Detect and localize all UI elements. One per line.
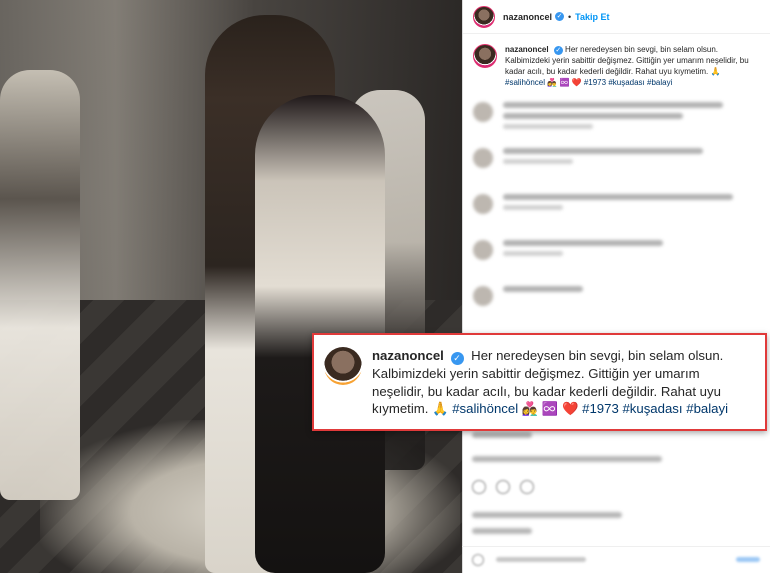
blurred-avatar [473, 240, 493, 260]
zoomed-caption-text-block: nazanoncel ✓ Her neredeysen bin sevgi, b… [372, 347, 755, 429]
zoomed-emojis: 👩‍❤️‍👨 ♾️ ❤️ [521, 401, 579, 416]
header-username[interactable]: nazanoncel [503, 12, 552, 22]
share-icon[interactable] [520, 480, 534, 494]
list-item [473, 286, 760, 332]
blurred-avatar [473, 102, 493, 122]
list-item [473, 102, 760, 148]
list-item [473, 194, 760, 240]
list-item [473, 240, 760, 286]
photo-left-dancer [0, 70, 80, 500]
hashtag-link[interactable]: #kuşadası [608, 78, 644, 87]
avatar[interactable] [473, 5, 495, 28]
post-caption: nazanoncel ✓ Her neredeysen bin sevgi, b… [463, 34, 770, 88]
blurred-text [472, 432, 532, 438]
follow-button[interactable]: Takip Et [575, 12, 609, 22]
post-actions [472, 480, 534, 494]
heart-icon[interactable] [472, 480, 486, 494]
caption-avatar[interactable] [473, 44, 497, 68]
blurred-avatar [473, 286, 493, 306]
hashtag-link[interactable]: #salihöncel [452, 401, 518, 416]
avatar [324, 347, 362, 385]
header-separator: • [568, 11, 572, 22]
blurred-avatar [473, 194, 493, 214]
verified-icon: ✓ [555, 12, 565, 21]
verified-icon: ✓ [450, 352, 464, 365]
verified-icon: ✓ [553, 46, 563, 55]
blurred-text [472, 528, 532, 534]
add-comment-bar[interactable] [462, 546, 770, 573]
blurred-text [472, 456, 662, 462]
hashtag-link[interactable]: #1973 [582, 401, 619, 416]
post-header: nazanoncel ✓ • Takip Et [463, 0, 770, 34]
hashtag-link[interactable]: #salihöncel [505, 78, 545, 87]
list-item [473, 148, 760, 194]
hashtag-link[interactable]: #balayi [686, 401, 728, 416]
comment-input[interactable] [496, 557, 586, 562]
post-comment-button[interactable] [736, 557, 760, 562]
comment-icon[interactable] [496, 480, 510, 494]
emoji-icon[interactable] [472, 554, 484, 566]
caption-text-block: nazanoncel ✓ Her neredeysen bin sevgi, b… [505, 44, 760, 88]
caption-username[interactable]: nazanoncel [505, 45, 549, 54]
zoomed-username[interactable]: nazanoncel [372, 348, 444, 363]
caption-emojis: 👩‍❤️‍👨 ♾️ ❤️ [547, 78, 582, 87]
blurred-avatar [473, 148, 493, 168]
zoomed-caption-highlight: nazanoncel ✓ Her neredeysen bin sevgi, b… [312, 333, 767, 431]
caption-emoji: 🙏 [710, 67, 721, 76]
post-photo[interactable] [0, 0, 462, 573]
hashtag-link[interactable]: #kuşadası [622, 401, 682, 416]
zoomed-emoji: 🙏 [432, 401, 449, 416]
blurred-text [472, 512, 622, 518]
hashtag-link[interactable]: #balayi [647, 78, 672, 87]
comments-list [463, 88, 770, 332]
hashtag-link[interactable]: #1973 [584, 78, 606, 87]
